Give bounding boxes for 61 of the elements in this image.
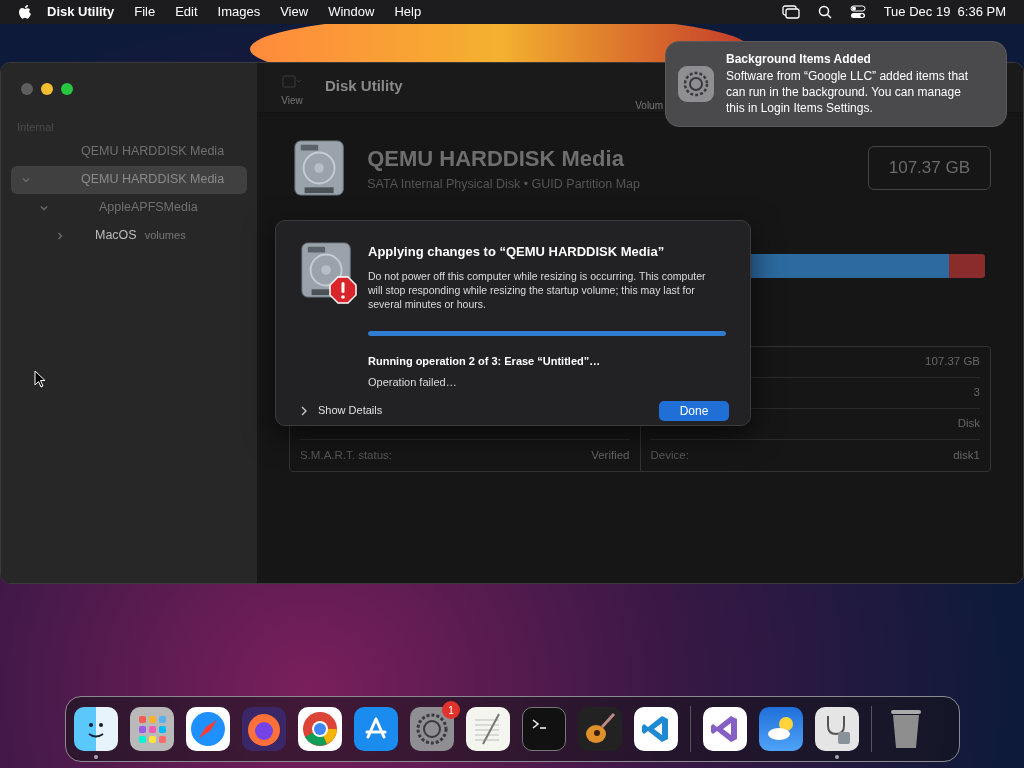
notification-body: Software from “Google LLC” added items that can run in the background. You can manage this in Login Items Settings. [726,68,970,116]
dialog-message: Do not power off this computer while resizing is occurring. This computer will stop responding while resizing the startup volume; this may last for several minutes or hours. [368,268,707,311]
operation-text: Running operation 2 of 3: Erase “Untitled”… [368,353,602,369]
search-icon[interactable] [817,5,832,19]
menu-item[interactable]: Window [328,2,375,22]
browser-app-icon[interactable] [298,707,342,751]
grid-app-icon[interactable] [130,707,174,751]
warning-icon [329,276,357,304]
sidebar-toggle-icon[interactable] [282,75,302,89]
fox-globe-app-icon[interactable] [242,707,286,751]
info-label: Device: [650,447,689,463]
disk-name: QEMU HARDDISK Media [367,145,625,174]
terminal-app-icon[interactable] [522,707,566,751]
item-label: AppleAPFSMedia [99,199,198,217]
face-app-icon[interactable] [74,707,118,751]
cloud-sun-app-icon[interactable] [759,707,803,751]
menu-item[interactable]: View [280,2,309,22]
mouse-pointer-icon [34,370,46,388]
item-label: MacOS [95,227,137,245]
show-details-toggle[interactable]: Show Details [300,402,383,419]
info-value: 107.37 GB [925,354,980,370]
item-label: QEMU HARDDISK Media [81,143,225,161]
item-sublabel: volumes [144,228,186,244]
info-value: 3 [973,385,980,401]
info-value: Verified [591,447,630,463]
dialog-title: Applying changes to “QEMU HARDDISK Media” [368,243,666,261]
guitar-app-icon[interactable] [578,707,622,751]
menu-item[interactable]: Images [217,2,261,22]
info-value: Disk [957,416,980,432]
menu-item[interactable]: File [134,2,156,22]
item-label: QEMU HARDDISK Media [81,171,225,189]
disk-description: SATA Internal Physical Disk • GUID Partition Map [367,176,640,194]
done-button[interactable]: Done [659,400,729,421]
notification-badge: 1 [442,701,460,719]
disk-size-badge: 107.37 GB [867,146,991,190]
minimize-button[interactable] [41,83,53,95]
windows-icon[interactable] [781,5,800,19]
sidebar-item[interactable]: MacOS volumes [11,221,247,250]
stethoscope-disk-app-icon[interactable] [815,707,859,751]
menu-clock[interactable]: Tue Dec 19 6:36 PM [883,2,1006,22]
apple-logo-icon[interactable] [18,4,32,20]
zoom-button[interactable] [61,83,73,95]
toolbar-label: Volum [635,99,663,113]
info-value: disk1 [953,447,980,463]
toolbar-label: View [281,94,303,108]
info-label: S.M.A.R.T. status: [300,447,393,463]
notepad-app-icon[interactable] [466,707,510,751]
gear-app-icon[interactable] [410,707,454,751]
menu-item[interactable]: Edit [175,2,198,22]
compass-app-icon[interactable] [186,707,230,751]
chevron-right-icon[interactable] [300,405,308,416]
store-app-icon[interactable] [354,707,398,751]
notification-banner[interactable]: Background Items Added Software from “Google LLC” added items that can run in the background. You can manage this in Login Items Settings. [665,41,1007,127]
menu-app-name[interactable]: Disk Utility [47,2,115,22]
toggles-icon[interactable] [849,5,866,19]
code-editor-app-icon[interactable] [634,707,678,751]
gear-app-icon [678,66,714,102]
window-title: Disk Utility [325,76,403,96]
notification-title: Background Items Added [726,51,872,68]
status-text: Operation failed… [368,375,458,390]
menu-item[interactable]: Help [394,2,422,22]
